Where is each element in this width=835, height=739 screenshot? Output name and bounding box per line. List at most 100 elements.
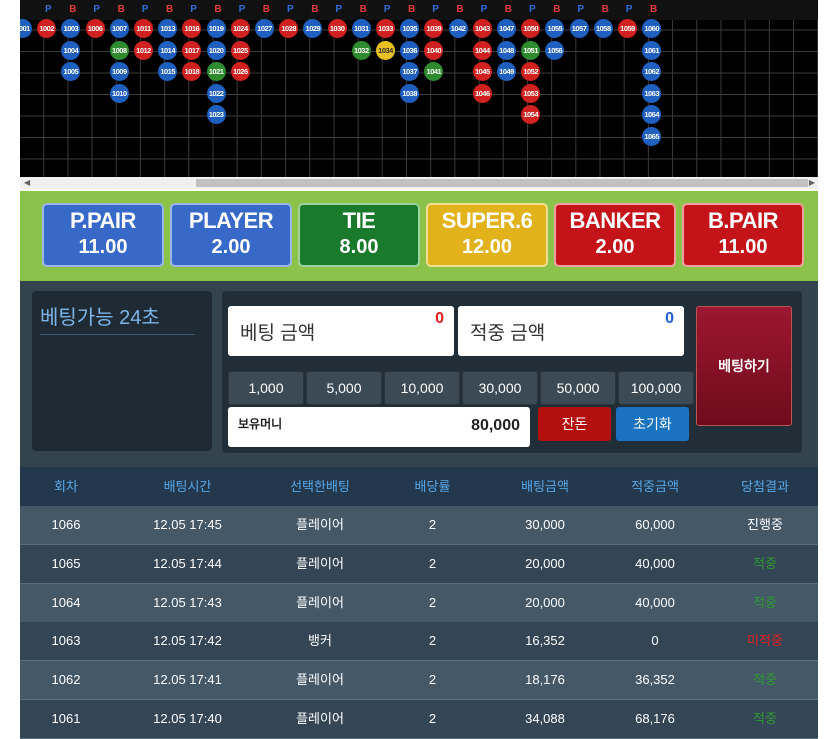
cell-win: 0 xyxy=(651,633,659,649)
table-row: 1061 12.05 17:40 플레이어 2 34,088 68,176 적중 xyxy=(20,700,818,739)
bead-result: 1018 xyxy=(182,62,202,81)
cell-result: 미적중 xyxy=(747,633,783,649)
holding-money-value: 80,000 xyxy=(471,417,520,434)
road-header-label: P xyxy=(190,4,197,15)
holding-money-label: 보유머니 xyxy=(238,417,283,431)
road-header-label: B xyxy=(262,4,271,15)
cell-pick: 플레이어 xyxy=(296,711,344,726)
bead-result: 1016 xyxy=(182,19,202,38)
bead-result: 1012 xyxy=(134,40,153,60)
cell-bet: 16,352 xyxy=(525,633,565,649)
cell-round: 1066 xyxy=(51,517,81,532)
bead-result: 1011 xyxy=(134,19,153,38)
scroll-left-icon[interactable]: ◀ xyxy=(24,177,30,189)
cell-result: 적중 xyxy=(753,555,777,571)
chip-30000-button[interactable]: 30,000 xyxy=(462,371,538,405)
chip-5000-button[interactable]: 5,000 xyxy=(306,371,382,405)
road-header-label: P xyxy=(141,4,149,15)
cell-odds: 2 xyxy=(428,672,437,688)
chip-50000-button[interactable]: 50,000 xyxy=(540,371,616,405)
bead-result: 1015 xyxy=(158,62,178,81)
road-header-label: P xyxy=(529,4,536,15)
cell-win: 36,352 xyxy=(635,672,675,688)
bead-result: 1024 xyxy=(230,19,250,38)
road-header-label: P xyxy=(577,4,585,15)
cell-round: 1065 xyxy=(51,555,81,571)
header-round: 회차 xyxy=(54,479,78,494)
bead-result: 1057 xyxy=(569,19,589,38)
road-header-label: P xyxy=(238,4,246,15)
cell-odds: 2 xyxy=(428,594,437,610)
bead-result: 1027 xyxy=(255,19,274,38)
bead-result: 1056 xyxy=(545,40,565,60)
bead-road: PBPBPBPBPBPBPBPBPBPBPBPBPB 1001100210031… xyxy=(20,0,818,177)
bead-result: 1059 xyxy=(618,19,637,38)
cell-time: 12.05 17:40 xyxy=(153,711,222,726)
bead-result: 1013 xyxy=(158,19,178,38)
cell-result: 적중 xyxy=(753,711,777,726)
bet-amount-value: 0 xyxy=(435,310,444,327)
place-bet-button[interactable]: 베팅하기 xyxy=(696,306,792,426)
bead-result: 1049 xyxy=(497,62,516,81)
road-header-label: P xyxy=(287,4,294,15)
bead-result: 1022 xyxy=(206,83,226,103)
bet-title: TIE xyxy=(342,208,376,233)
bet-banker-button[interactable]: BANKER 2.00 xyxy=(554,203,676,267)
bet-tie-button[interactable]: TIE 8.00 xyxy=(298,203,420,267)
bead-result: 1006 xyxy=(85,19,105,38)
bead-result: 1009 xyxy=(109,62,129,81)
road-header-label: B xyxy=(69,4,77,15)
bet-odds: 11.00 xyxy=(718,236,768,258)
bet-amount-label: 베팅 금액 xyxy=(240,323,316,344)
scrollbar-thumb[interactable] xyxy=(196,179,808,187)
header-win: 적중금액 xyxy=(631,479,679,494)
bead-result: 1053 xyxy=(521,83,541,103)
cell-odds: 2 xyxy=(428,555,437,571)
bet-player-button[interactable]: PLAYER 2.00 xyxy=(170,203,292,267)
chip-100000-button[interactable]: 100,000 xyxy=(618,371,694,405)
cell-odds: 2 xyxy=(428,711,437,726)
bead-result: 1050 xyxy=(521,19,541,38)
bead-result: 1001 xyxy=(20,19,32,38)
bead-result: 1046 xyxy=(472,83,492,103)
cell-win: 40,000 xyxy=(635,594,675,610)
bet-super6-button[interactable]: SUPER.6 12.00 xyxy=(426,203,548,267)
bet-history-table: 회차 배팅시간 선택한배팅 배당률 배팅금액 적중금액 당첨결과 1066 12.… xyxy=(20,467,818,739)
bead-result: 1035 xyxy=(400,19,420,38)
road-scrollbar[interactable]: ◀ ▶ xyxy=(20,177,818,189)
road-header-label: P xyxy=(45,4,52,15)
road-header-label: B xyxy=(166,4,174,15)
chip-1000-button[interactable]: 1,000 xyxy=(228,371,304,405)
bead-result: 1065 xyxy=(642,126,662,146)
bead-result: 1034 xyxy=(376,40,395,60)
cell-bet: 20,000 xyxy=(525,594,565,610)
chip-10000-button[interactable]: 10,000 xyxy=(384,371,460,405)
bet-amount-box: 베팅 금액 0 xyxy=(228,306,454,356)
change-button[interactable]: 잔돈 xyxy=(538,407,611,441)
bead-result: 1038 xyxy=(400,83,420,103)
bet-bpair-button[interactable]: B.PAIR 11.00 xyxy=(682,203,804,267)
win-amount-box: 적중 금액 0 xyxy=(458,306,684,356)
road-header-label: P xyxy=(480,4,488,15)
win-amount-value: 0 xyxy=(665,310,674,327)
table-row: 1065 12.05 17:44 플레이어 2 20,000 40,000 적중 xyxy=(20,544,818,584)
cell-pick: 플레이어 xyxy=(296,672,344,688)
cell-win: 68,176 xyxy=(635,711,675,726)
cell-odds: 2 xyxy=(428,633,437,649)
scroll-right-icon[interactable]: ▶ xyxy=(809,177,815,189)
cell-pick: 뱅커 xyxy=(308,633,332,649)
road-header-label: B xyxy=(456,4,464,15)
reset-button[interactable]: 초기화 xyxy=(616,407,689,441)
table-row: 1063 12.05 17:42 뱅커 2 16,352 0 미적중 xyxy=(20,622,818,662)
road-header-label: P xyxy=(93,4,101,15)
bet-ppair-button[interactable]: P.PAIR 11.00 xyxy=(42,203,164,267)
cell-result: 진행중 xyxy=(747,517,783,532)
bet-title: SUPER.6 xyxy=(441,208,533,233)
road-header-label: B xyxy=(601,4,609,15)
road-header-label: P xyxy=(432,4,439,15)
bet-odds: 2.00 xyxy=(595,236,635,258)
bead-result: 1051 xyxy=(521,40,541,60)
header-bet: 배팅금액 xyxy=(521,479,569,494)
cell-pick: 플레이어 xyxy=(296,594,344,610)
bead-result: 1014 xyxy=(158,40,178,60)
